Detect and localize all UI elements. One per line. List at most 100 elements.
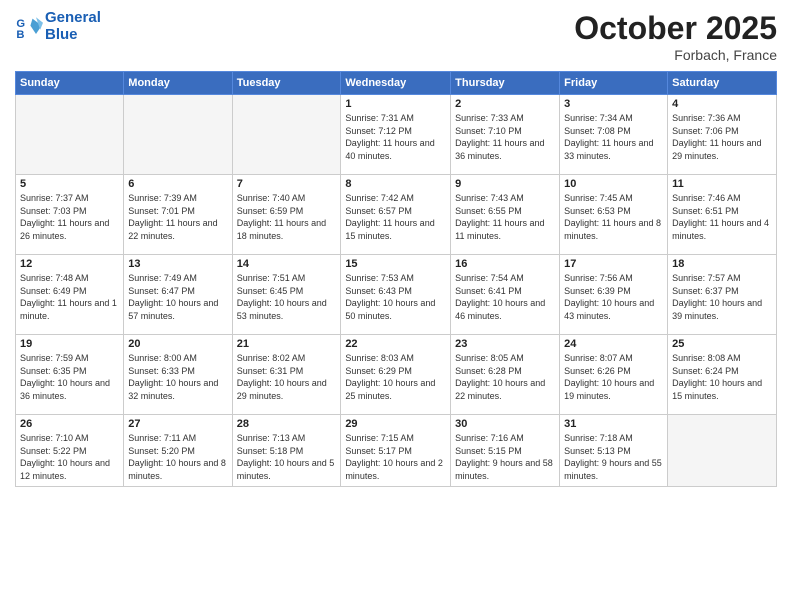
day-number: 19 xyxy=(20,338,119,350)
header-tuesday: Tuesday xyxy=(232,72,341,95)
calendar-cell: 25Sunrise: 8:08 AM Sunset: 6:24 PM Dayli… xyxy=(668,335,777,415)
page-header: G B General Blue October 2025 Forbach, F… xyxy=(15,10,777,63)
calendar-cell: 13 Sunrise: 7:49 AM Sunset: 6:47 PM Dayli… xyxy=(124,255,232,335)
day-info: Sunrise: 7:16 AM Sunset: 5:15 PM Dayligh… xyxy=(455,432,555,482)
day-info: Sunrise: 7:37 AM Sunset: 7:03 PM Dayligh… xyxy=(20,192,119,242)
day-info: Sunrise: 7:54 AM Sunset: 6:41 PM Dayligh… xyxy=(455,272,555,322)
calendar-cell: 31 Sunrise: 7:18 AM Sunset: 5:13 PM Dayli… xyxy=(560,415,668,487)
day-number: 26 xyxy=(20,418,119,430)
day-number: 20 xyxy=(128,338,227,350)
calendar-cell: 4 Sunrise: 7:36 AM Sunset: 7:06 PM Daylig… xyxy=(668,95,777,175)
calendar-cell: 23 Sunrise: 8:05 AM Sunset: 6:28 PM Dayli… xyxy=(451,335,560,415)
day-number: 31 xyxy=(564,418,663,430)
header-wednesday: Wednesday xyxy=(341,72,451,95)
day-number: 2 xyxy=(455,98,555,110)
day-info: Sunrise: 7:57 AM Sunset: 6:37 PM Dayligh… xyxy=(672,272,772,322)
day-info: Sunrise: 7:51 AM Sunset: 6:45 PM Dayligh… xyxy=(237,272,337,322)
day-info: Sunrise: 7:39 AM Sunset: 7:01 PM Dayligh… xyxy=(128,192,227,242)
day-number: 23 xyxy=(455,338,555,350)
logo-line1: General xyxy=(45,10,101,27)
day-info: Sunrise: 7:34 AM Sunset: 7:08 PM Dayligh… xyxy=(564,112,663,162)
day-number: 17 xyxy=(564,258,663,270)
day-number: 4 xyxy=(672,98,772,110)
header-saturday: Saturday xyxy=(668,72,777,95)
calendar-cell: 20 Sunrise: 8:00 AM Sunset: 6:33 PM Dayli… xyxy=(124,335,232,415)
month-title: October 2025 xyxy=(574,10,777,47)
header-sunday: Sunday xyxy=(16,72,124,95)
calendar-cell: 19 Sunrise: 7:59 AM Sunset: 6:35 PM Dayli… xyxy=(16,335,124,415)
calendar-cell: 14Sunrise: 7:51 AM Sunset: 6:45 PM Dayli… xyxy=(232,255,341,335)
day-info: Sunrise: 7:46 AM Sunset: 6:51 PM Dayligh… xyxy=(672,192,772,242)
day-number: 27 xyxy=(128,418,227,430)
calendar-cell: 9 Sunrise: 7:43 AM Sunset: 6:55 PM Daylig… xyxy=(451,175,560,255)
calendar-cell: 28Sunrise: 7:13 AM Sunset: 5:18 PM Dayli… xyxy=(232,415,341,487)
day-info: Sunrise: 7:59 AM Sunset: 6:35 PM Dayligh… xyxy=(20,352,119,402)
day-info: Sunrise: 7:10 AM Sunset: 5:22 PM Dayligh… xyxy=(20,432,119,482)
calendar-cell: 12 Sunrise: 7:48 AM Sunset: 6:49 PM Dayli… xyxy=(16,255,124,335)
day-info: Sunrise: 7:33 AM Sunset: 7:10 PM Dayligh… xyxy=(455,112,555,162)
calendar-cell xyxy=(124,95,232,175)
day-number: 3 xyxy=(564,98,663,110)
day-number: 21 xyxy=(237,338,337,350)
calendar-cell xyxy=(16,95,124,175)
logo-line2: Blue xyxy=(45,27,101,44)
day-info: Sunrise: 7:56 AM Sunset: 6:39 PM Dayligh… xyxy=(564,272,663,322)
day-info: Sunrise: 8:05 AM Sunset: 6:28 PM Dayligh… xyxy=(455,352,555,402)
day-number: 22 xyxy=(345,338,446,350)
calendar-cell: 26 Sunrise: 7:10 AM Sunset: 5:22 PM Dayli… xyxy=(16,415,124,487)
day-info: Sunrise: 7:36 AM Sunset: 7:06 PM Dayligh… xyxy=(672,112,772,162)
calendar-cell: 24Sunrise: 8:07 AM Sunset: 6:26 PM Dayli… xyxy=(560,335,668,415)
day-number: 29 xyxy=(345,418,446,430)
day-number: 5 xyxy=(20,178,119,190)
calendar-cell: 11 Sunrise: 7:46 AM Sunset: 6:51 PM Dayli… xyxy=(668,175,777,255)
day-info: Sunrise: 7:11 AM Sunset: 5:20 PM Dayligh… xyxy=(128,432,227,482)
day-info: Sunrise: 7:15 AM Sunset: 5:17 PM Dayligh… xyxy=(345,432,446,482)
day-number: 1 xyxy=(345,98,446,110)
day-number: 7 xyxy=(237,178,337,190)
calendar-cell: 30 Sunrise: 7:16 AM Sunset: 5:15 PM Dayli… xyxy=(451,415,560,487)
calendar-cell: 2 Sunrise: 7:33 AM Sunset: 7:10 PM Daylig… xyxy=(451,95,560,175)
header-thursday: Thursday xyxy=(451,72,560,95)
day-number: 28 xyxy=(237,418,337,430)
day-number: 15 xyxy=(345,258,446,270)
calendar-cell: 10Sunrise: 7:45 AM Sunset: 6:53 PM Dayli… xyxy=(560,175,668,255)
day-number: 9 xyxy=(455,178,555,190)
day-info: Sunrise: 8:02 AM Sunset: 6:31 PM Dayligh… xyxy=(237,352,337,402)
day-info: Sunrise: 7:43 AM Sunset: 6:55 PM Dayligh… xyxy=(455,192,555,242)
calendar-cell: 8Sunrise: 7:42 AM Sunset: 6:57 PM Daylig… xyxy=(341,175,451,255)
svg-text:G: G xyxy=(16,18,25,30)
day-number: 13 xyxy=(128,258,227,270)
calendar-cell: 1Sunrise: 7:31 AM Sunset: 7:12 PM Daylig… xyxy=(341,95,451,175)
day-info: Sunrise: 7:48 AM Sunset: 6:49 PM Dayligh… xyxy=(20,272,119,322)
day-info: Sunrise: 7:40 AM Sunset: 6:59 PM Dayligh… xyxy=(237,192,337,242)
logo: G B General Blue xyxy=(15,10,101,43)
calendar-cell: 15 Sunrise: 7:53 AM Sunset: 6:43 PM Dayli… xyxy=(341,255,451,335)
calendar-cell: 6Sunrise: 7:39 AM Sunset: 7:01 PM Daylig… xyxy=(124,175,232,255)
header-friday: Friday xyxy=(560,72,668,95)
day-info: Sunrise: 8:07 AM Sunset: 6:26 PM Dayligh… xyxy=(564,352,663,402)
day-number: 16 xyxy=(455,258,555,270)
day-info: Sunrise: 7:49 AM Sunset: 6:47 PM Dayligh… xyxy=(128,272,227,322)
day-info: Sunrise: 7:18 AM Sunset: 5:13 PM Dayligh… xyxy=(564,432,663,482)
calendar-cell: 5 Sunrise: 7:37 AM Sunset: 7:03 PM Daylig… xyxy=(16,175,124,255)
calendar-cell: 18 Sunrise: 7:57 AM Sunset: 6:37 PM Dayli… xyxy=(668,255,777,335)
day-number: 18 xyxy=(672,258,772,270)
calendar-cell: 17 Sunrise: 7:56 AM Sunset: 6:39 PM Dayli… xyxy=(560,255,668,335)
calendar-cell xyxy=(232,95,341,175)
svg-text:B: B xyxy=(16,29,24,41)
calendar-header-row: Sunday Monday Tuesday Wednesday Thursday… xyxy=(16,72,777,95)
calendar-cell: 22 Sunrise: 8:03 AM Sunset: 6:29 PM Dayli… xyxy=(341,335,451,415)
day-number: 30 xyxy=(455,418,555,430)
calendar-cell: 27 Sunrise: 7:11 AM Sunset: 5:20 PM Dayli… xyxy=(124,415,232,487)
day-number: 12 xyxy=(20,258,119,270)
logo-icon: G B xyxy=(15,13,43,41)
header-monday: Monday xyxy=(124,72,232,95)
day-number: 11 xyxy=(672,178,772,190)
day-number: 25 xyxy=(672,338,772,350)
day-info: Sunrise: 8:00 AM Sunset: 6:33 PM Dayligh… xyxy=(128,352,227,402)
calendar-cell: 16 Sunrise: 7:54 AM Sunset: 6:41 PM Dayli… xyxy=(451,255,560,335)
day-number: 8 xyxy=(345,178,446,190)
calendar-cell: 21 Sunrise: 8:02 AM Sunset: 6:31 PM Dayli… xyxy=(232,335,341,415)
day-info: Sunrise: 8:03 AM Sunset: 6:29 PM Dayligh… xyxy=(345,352,446,402)
day-info: Sunrise: 7:53 AM Sunset: 6:43 PM Dayligh… xyxy=(345,272,446,322)
